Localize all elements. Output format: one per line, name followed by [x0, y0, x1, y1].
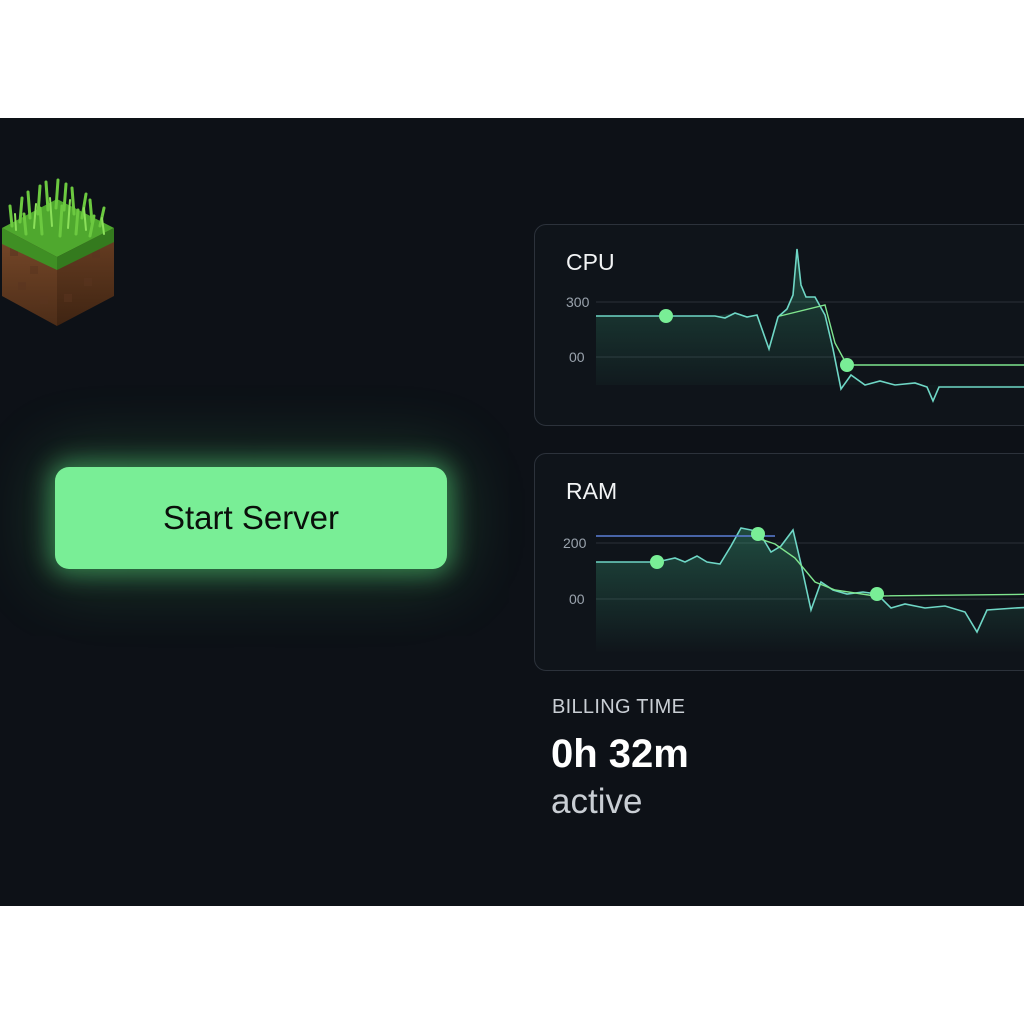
ram-chart: 200 00: [563, 527, 1024, 654]
cpu-chart-card: CPU 300 00: [534, 224, 1024, 426]
ram-point-3: [870, 587, 884, 601]
ram-point-1: [650, 555, 664, 569]
ram-tick-00: 00: [569, 591, 585, 607]
cpu-tick-300: 300: [566, 294, 590, 310]
cpu-area: [596, 249, 1024, 401]
cpu-point-2: [840, 358, 854, 372]
cpu-point-1: [659, 309, 673, 323]
cpu-tick-00: 00: [569, 349, 585, 365]
dashboard-panel: Start Server CPU 300 00 RAM 200 00 BILLI…: [0, 118, 1024, 906]
grass-block-icon: [2, 178, 114, 326]
billing-status: active: [551, 782, 643, 821]
ram-tick-200: 200: [563, 535, 587, 551]
billing-time-label: BILLING TIME: [552, 696, 686, 718]
ram-point-2: [751, 527, 765, 541]
billing-time-value: 0h 32m: [551, 732, 689, 776]
cpu-chart: 300 00: [566, 248, 1024, 404]
ram-area: [596, 528, 1024, 654]
start-server-button[interactable]: Start Server: [55, 467, 447, 569]
ram-chart-card: RAM 200 00: [534, 453, 1024, 671]
